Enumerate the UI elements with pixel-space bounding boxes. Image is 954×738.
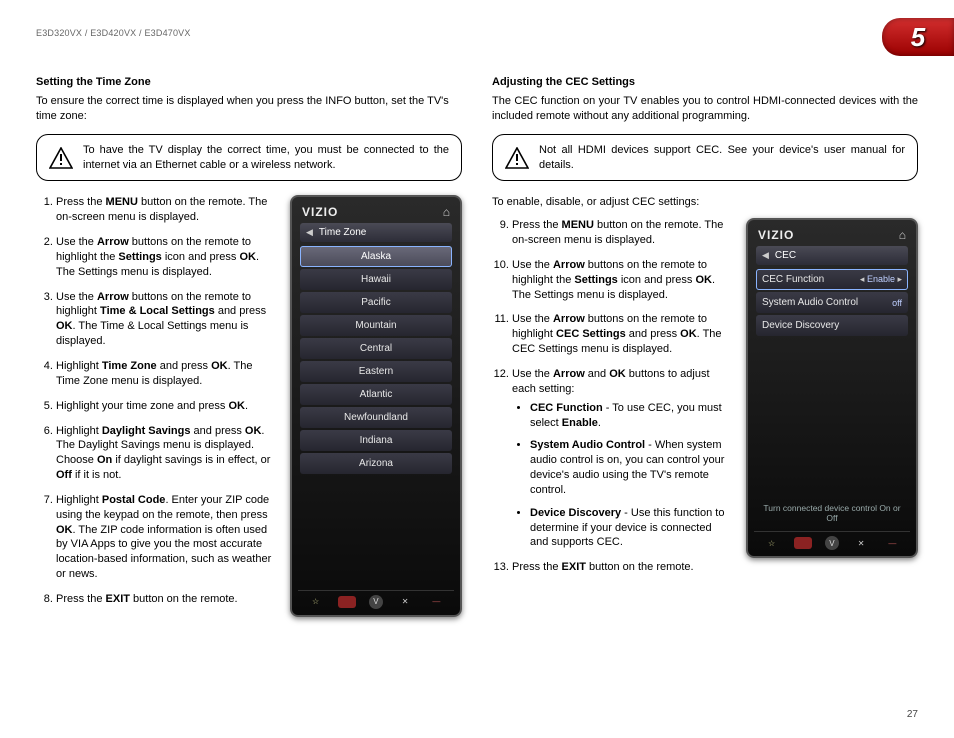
star-icon: ☆ [307,596,325,608]
intro-text: To ensure the correct time is displayed … [36,94,462,124]
timezone-option: Central [300,338,452,359]
red-button-icon [794,537,812,549]
page-number: 27 [907,709,918,720]
device-screenshot-cec: VIZIO ⌂ ◀ CEC CEC Function◂ Enable ▸Syst… [746,218,918,558]
model-numbers: E3D320VX / E3D420VX / E3D470VX [36,28,191,38]
intro-text: The CEC function on your TV enables you … [492,94,918,124]
bullet-device-discovery: Device Discovery - Use this function to … [530,506,732,551]
section-heading-timezone: Setting the Time Zone [36,76,462,88]
timezone-option: Arizona [300,453,452,474]
back-icon: ◀ [762,250,769,261]
device-footer: ☆ V ✕ — [754,531,910,550]
info-callout: Not all HDMI devices support CEC. See yo… [492,134,918,182]
device-breadcrumb: ◀ Time Zone [300,223,452,242]
v-button-icon: V [825,536,839,550]
step-13: Press the EXIT button on the remote. [512,560,732,575]
x-button-icon: ✕ [852,537,870,549]
bullet-cec-function: CEC Function - To use CEC, you must sele… [530,401,732,431]
callout-text: To have the TV display the correct time,… [83,143,449,173]
timezone-option: Newfoundland [300,407,452,428]
cec-list: CEC Function◂ Enable ▸System Audio Contr… [754,269,910,416]
back-icon: ◀ [306,227,313,238]
timezone-option: Mountain [300,315,452,336]
breadcrumb-label: Time Zone [319,227,366,238]
v-button-icon: V [369,595,383,609]
chapter-tab: 5 [882,18,954,56]
warning-icon [505,147,529,169]
star-icon: ☆ [763,537,781,549]
breadcrumb-label: CEC [775,250,796,261]
bullet-system-audio: System Audio Control - When system audio… [530,438,732,497]
device-hint: Turn connected device control On or Off [754,497,910,527]
dash-button-icon: — [883,537,901,549]
callout-text: Not all HDMI devices support CEC. See yo… [539,143,905,173]
step-9: Press the MENU button on the remote. The… [512,218,732,248]
step-3: Use the Arrow buttons on the remote to h… [56,290,276,349]
x-button-icon: ✕ [396,596,414,608]
device-footer: ☆ V ✕ — [298,590,454,609]
device-brand: VIZIO [302,205,338,219]
left-column: Setting the Time Zone To ensure the corr… [36,76,462,617]
section-heading-cec: Adjusting the CEC Settings [492,76,918,88]
step-8: Press the EXIT button on the remote. [56,592,276,607]
cec-row: CEC Function◂ Enable ▸ [756,269,908,290]
step-2: Use the Arrow buttons on the remote to h… [56,235,276,280]
step-1: Press the MENU button on the remote. The… [56,195,276,225]
timezone-option: Indiana [300,430,452,451]
right-column: Adjusting the CEC Settings The CEC funct… [492,76,918,617]
step-11: Use the Arrow buttons on the remote to h… [512,312,732,357]
device-brand: VIZIO [758,228,794,242]
timezone-option: Atlantic [300,384,452,405]
device-breadcrumb: ◀ CEC [756,246,908,265]
step-6: Highlight Daylight Savings and press OK.… [56,424,276,483]
timezone-option: Hawaii [300,269,452,290]
home-icon: ⌂ [443,205,450,219]
timezone-option: Alaska [300,246,452,267]
steps-list: Press the MENU button on the remote. The… [492,218,732,585]
timezone-option: Eastern [300,361,452,382]
steps-list: Press the MENU button on the remote. The… [36,195,276,616]
step-4: Highlight Time Zone and press OK. The Ti… [56,359,276,389]
step-12: Use the Arrow and OK buttons to adjust e… [512,367,732,550]
cec-row: System Audio Controloff [756,292,908,313]
info-callout: To have the TV display the correct time,… [36,134,462,182]
device-screenshot-timezone: VIZIO ⌂ ◀ Time Zone AlaskaHawaiiPacificM… [290,195,462,616]
red-button-icon [338,596,356,608]
chapter-number: 5 [911,22,925,53]
warning-icon [49,147,73,169]
dash-button-icon: — [427,596,445,608]
timezone-option: Pacific [300,292,452,313]
lead-text: To enable, disable, or adjust CEC settin… [492,195,918,210]
home-icon: ⌂ [899,228,906,242]
cec-row: Device Discovery [756,315,908,336]
step-10: Use the Arrow buttons on the remote to h… [512,258,732,303]
timezone-list: AlaskaHawaiiPacificMountainCentralEaster… [298,246,454,530]
step-7: Highlight Postal Code. Enter your ZIP co… [56,493,276,582]
step-5: Highlight your time zone and press OK. [56,399,276,414]
